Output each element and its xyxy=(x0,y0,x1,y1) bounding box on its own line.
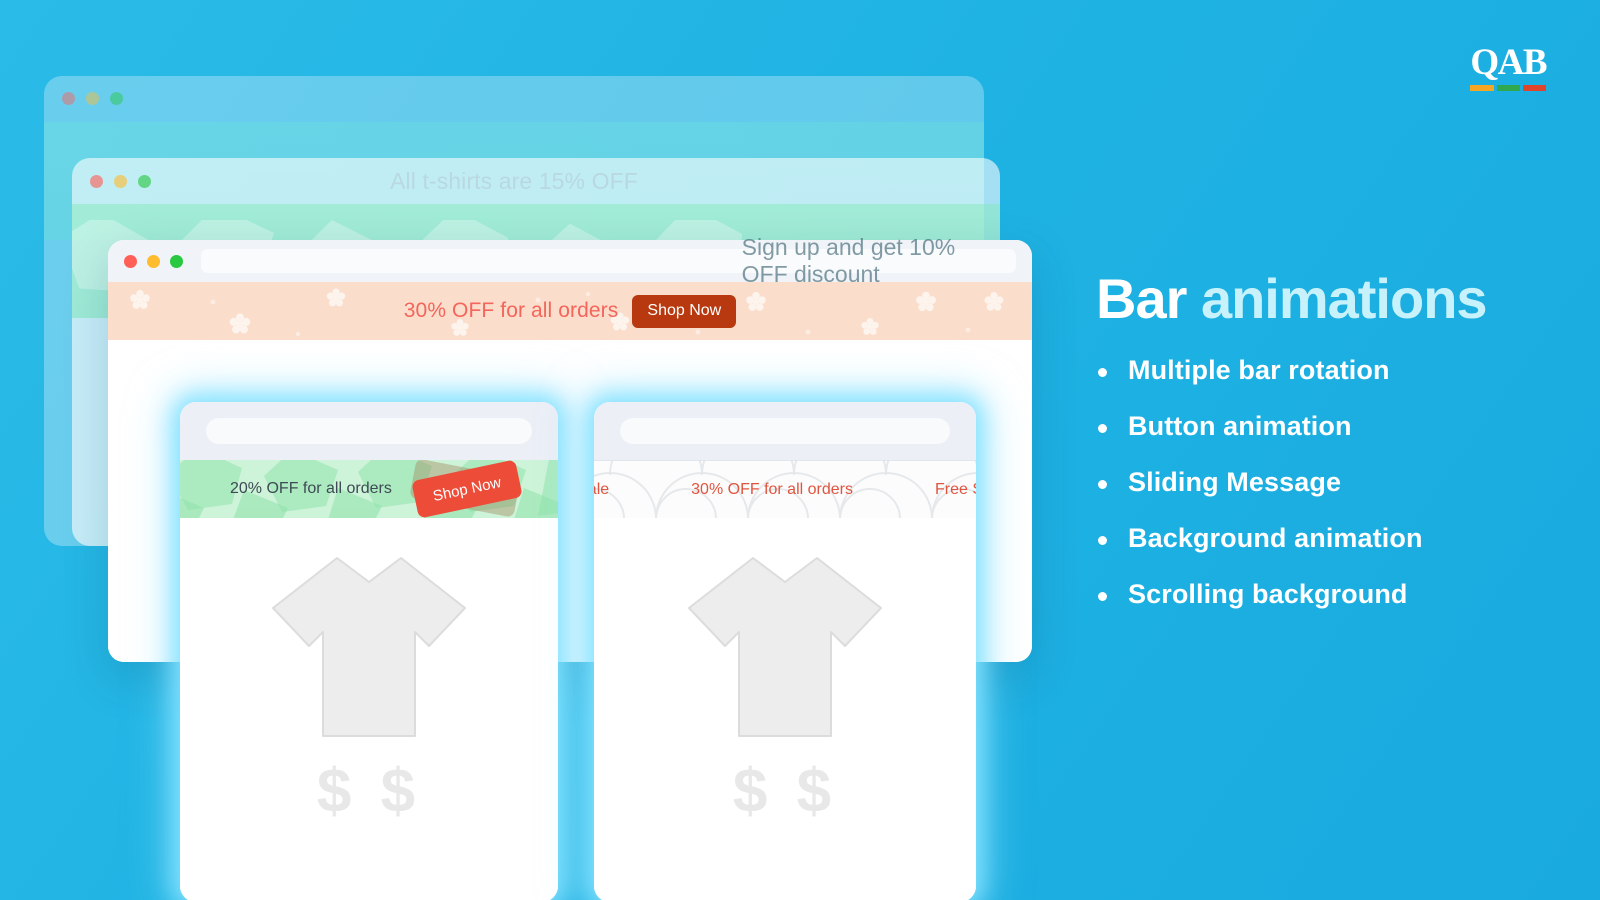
announcement-content-front: 30% OFF for all orders Shop Now xyxy=(403,294,737,328)
tshirt-product-icon xyxy=(272,557,466,737)
list-item: Background animation xyxy=(1096,523,1566,554)
promo-banner-stage: All t-shirts are 15% OFF Sign up and get… xyxy=(0,0,1600,900)
sliding-message-item: Free Shipp xyxy=(934,480,976,498)
close-icon[interactable] xyxy=(62,92,75,105)
brand-logo: QAB xyxy=(1470,42,1547,91)
list-item: Scrolling background xyxy=(1096,579,1566,610)
announcement-bar-front: 30% OFF for all orders Shop Now xyxy=(108,282,1032,340)
product-price: $ $ xyxy=(732,757,838,826)
close-icon[interactable] xyxy=(90,174,103,188)
list-item: Sliding Message xyxy=(1096,467,1566,498)
maximize-icon[interactable] xyxy=(170,254,183,268)
traffic-lights-back-1 xyxy=(44,76,984,105)
page-title-primary: Bar xyxy=(1096,267,1201,330)
stripe-orange-icon xyxy=(1470,85,1494,91)
stripe-green-icon xyxy=(1496,85,1520,91)
feature-list: Multiple bar rotation Button animation S… xyxy=(1096,355,1566,610)
list-item: Button animation xyxy=(1096,411,1566,442)
announcement-message: 30% OFF for all orders xyxy=(403,299,619,322)
feature-panel: Bar animations Multiple bar rotation But… xyxy=(1096,267,1566,635)
brand-logo-text: QAB xyxy=(1470,42,1547,83)
minimize-icon[interactable] xyxy=(86,92,99,105)
stripe-red-icon xyxy=(1522,85,1547,91)
page-body-demo-b: $ $ xyxy=(594,518,976,900)
page-body-demo-a: $ $ xyxy=(180,518,558,900)
product-price: $ $ xyxy=(316,757,422,826)
window-chrome-demo-b xyxy=(594,402,976,460)
window-chrome-back-2 xyxy=(72,158,1000,204)
announcement-message: Sign up and get 10% OFF discount xyxy=(741,234,956,287)
page-title: Bar animations xyxy=(1096,267,1566,330)
window-chrome-demo-a xyxy=(180,402,558,460)
close-icon[interactable] xyxy=(124,254,137,268)
minimize-icon[interactable] xyxy=(147,254,160,268)
announcement-bar-demo-a: 20% OFF for all orders Shop Now Shop Now xyxy=(180,460,558,518)
sliding-message-item: iday sale xyxy=(594,480,610,498)
sliding-message-item: 30% OFF for all orders xyxy=(691,480,853,498)
demo-window-button-animation: 20% OFF for all orders Shop Now Shop Now… xyxy=(180,402,558,900)
demo-window-sliding-message: iday sale 30% OFF for all orders Free Sh… xyxy=(594,402,976,900)
shop-now-button-animation: Shop Now Shop Now xyxy=(409,460,523,518)
address-bar-demo-b[interactable] xyxy=(620,418,950,444)
announcement-message: 20% OFF for all orders xyxy=(230,480,392,497)
minimize-icon[interactable] xyxy=(114,174,127,188)
window-chrome-back-1 xyxy=(44,76,984,122)
sliding-message-track: iday sale 30% OFF for all orders Free Sh… xyxy=(594,481,976,499)
maximize-icon[interactable] xyxy=(110,92,123,105)
tshirt-product-icon xyxy=(688,557,882,737)
shop-now-button[interactable]: Shop Now xyxy=(632,294,737,328)
brand-logo-stripes xyxy=(1470,85,1547,91)
address-bar-demo-a[interactable] xyxy=(206,418,532,444)
announcement-bar-demo-b: iday sale 30% OFF for all orders Free Sh… xyxy=(594,460,976,518)
list-item: Multiple bar rotation xyxy=(1096,355,1566,386)
maximize-icon[interactable] xyxy=(138,174,151,188)
page-title-accent: animations xyxy=(1200,267,1488,330)
